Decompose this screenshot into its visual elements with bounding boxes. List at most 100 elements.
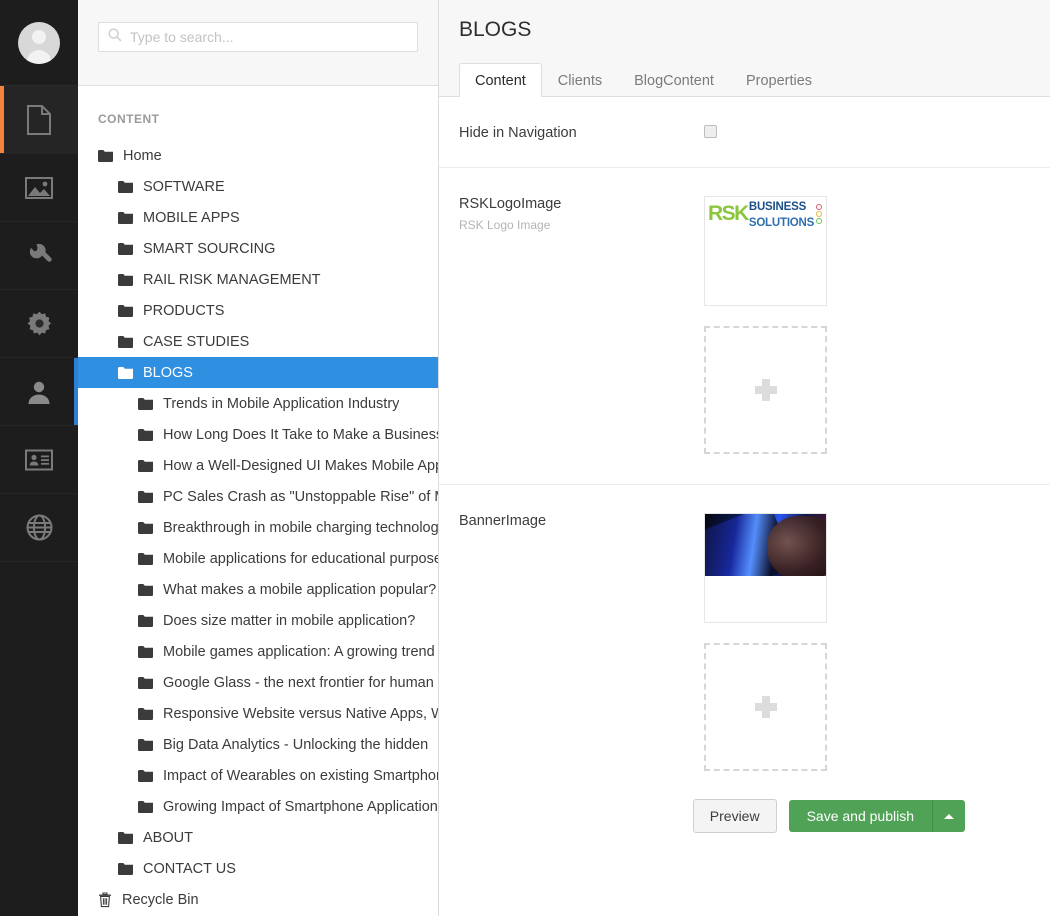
search-bar	[78, 0, 438, 86]
add-media-button-bannerimage[interactable]	[704, 643, 827, 771]
avatar[interactable]	[18, 22, 60, 64]
page-title: BLOGS	[439, 0, 1050, 42]
tree-node[interactable]: Big Data Analytics - Unlocking the hidde…	[78, 729, 438, 760]
app-navigation-rail	[0, 0, 78, 916]
trash-icon	[98, 892, 112, 908]
active-marker	[0, 222, 4, 289]
tab-properties[interactable]: Properties	[730, 63, 828, 97]
tree-node[interactable]: Google Glass - the next frontier for hum…	[78, 667, 438, 698]
folder-icon	[118, 212, 133, 224]
tab-blogcontent[interactable]: BlogContent	[618, 63, 730, 97]
tree-node[interactable]: PC Sales Crash as "Unstoppable Rise" of …	[78, 481, 438, 512]
settings-wrench-icon	[26, 242, 53, 269]
rail-item-members[interactable]	[0, 426, 78, 494]
tree-node[interactable]: SMART SOURCING	[78, 233, 438, 264]
tree-node-label: Responsive Website versus Native Apps, W…	[163, 706, 438, 722]
rail-item-developer[interactable]	[0, 290, 78, 358]
folder-icon	[138, 398, 153, 410]
publish-button-group: Save and publish	[789, 800, 965, 832]
tree-node[interactable]: Breakthrough in mobile charging technolo…	[78, 512, 438, 543]
tree-node-label: Mobile games application: A growing tren…	[163, 644, 435, 660]
tree-section-header: CONTENT	[78, 86, 438, 140]
active-marker	[0, 494, 4, 561]
folder-icon	[118, 243, 133, 255]
tree-node-label: Google Glass - the next frontier for hum…	[163, 675, 434, 691]
tree-node-label: What makes a mobile application popular?	[163, 582, 436, 598]
tree-node-label: Trends in Mobile Application Industry	[163, 396, 399, 412]
rail-item-content[interactable]	[0, 86, 78, 154]
tree-node[interactable]: How a Well-Designed UI Makes Mobile Apps…	[78, 450, 438, 481]
property-control	[704, 125, 1030, 141]
tree-node[interactable]: Trends in Mobile Application Industry	[78, 388, 438, 419]
editor-footer-actions: Preview Save and publish	[439, 771, 1050, 833]
add-media-button-rsklogoimage[interactable]	[704, 326, 827, 454]
rail-item-settings[interactable]	[0, 222, 78, 290]
tab-clients[interactable]: Clients	[542, 63, 618, 97]
rail-item-translation[interactable]	[0, 494, 78, 562]
tree-node[interactable]: Mobile games application: A growing tren…	[78, 636, 438, 667]
hide-in-navigation-checkbox[interactable]	[704, 125, 717, 138]
avatar-cell[interactable]	[0, 0, 78, 86]
rail-item-users[interactable]	[0, 358, 78, 426]
rsk-logo-line1: BUSINESS	[749, 201, 806, 213]
tree-node[interactable]: CASE STUDIES	[78, 326, 438, 357]
tree-node[interactable]: SOFTWARE	[78, 171, 438, 202]
search-box[interactable]	[98, 22, 418, 52]
rail-item-media[interactable]	[0, 154, 78, 222]
media-tile-rsk-logo[interactable]: RSK BUSINESS SOLUTIONS	[704, 196, 827, 306]
tree-node[interactable]: ABOUT	[78, 822, 438, 853]
property-list: Hide in Navigation RSKLogoImage RSK Logo…	[439, 97, 1050, 833]
tree-node-label: How a Well-Designed UI Makes Mobile Apps…	[163, 458, 438, 474]
tree-node[interactable]: Growing Impact of Smartphone Application…	[78, 791, 438, 822]
folder-icon	[118, 367, 133, 379]
banner-image	[705, 514, 827, 576]
translation-globe-icon	[26, 514, 53, 541]
content-tree: HomeSOFTWAREMOBILE APPS SMART SOURCING RAI…	[78, 140, 438, 916]
users-person-icon	[26, 379, 52, 405]
tree-node[interactable]: Responsive Website versus Native Apps, W…	[78, 698, 438, 729]
tree-node-label: CONTACT US	[143, 861, 236, 877]
property-row-hide-in-navigation: Hide in Navigation	[439, 97, 1050, 168]
preview-button[interactable]: Preview	[693, 799, 777, 833]
tree-node-label: PRODUCTS	[143, 303, 224, 319]
folder-icon	[138, 491, 153, 503]
spacer	[704, 623, 1030, 643]
folder-icon	[138, 770, 153, 782]
folder-icon	[138, 801, 153, 813]
rsk-logo-image: RSK BUSINESS SOLUTIONS	[705, 197, 826, 227]
tree-node-label: SMART SOURCING	[143, 241, 275, 257]
tree-node[interactable]: What makes a mobile application popular?	[78, 574, 438, 605]
tree-node[interactable]: Impact of Wearables on existing Smartpho…	[78, 760, 438, 791]
tree-node[interactable]: How Long Does It Take to Make a Business…	[78, 419, 438, 450]
publish-dropdown-toggle[interactable]	[932, 800, 965, 832]
tree-node[interactable]: Does size matter in mobile application?	[78, 605, 438, 636]
tree-node-label: Recycle Bin	[122, 892, 199, 908]
property-control: RSK BUSINESS SOLUTIONS	[704, 196, 1030, 454]
tree-node[interactable]: MOBILE APPS	[78, 202, 438, 233]
spacer	[704, 306, 1030, 326]
tree-node-label: Impact of Wearables on existing Smartpho…	[163, 768, 438, 784]
active-marker	[0, 154, 4, 221]
search-icon	[108, 28, 122, 47]
tree-node-label: How Long Does It Take to Make a Business…	[163, 427, 438, 443]
tree-node[interactable]: BLOGS	[78, 357, 438, 388]
tree-node-recycle-bin[interactable]: Recycle Bin	[78, 884, 438, 915]
property-row-bannerimage: BannerImage	[439, 485, 1050, 771]
tree-node[interactable]: Home	[78, 140, 438, 171]
developer-gear-icon	[26, 310, 53, 337]
save-and-publish-button[interactable]: Save and publish	[789, 800, 932, 832]
tree-node-label: ABOUT	[143, 830, 193, 846]
tree-node[interactable]: CONTACT US	[78, 853, 438, 884]
folder-icon	[138, 677, 153, 689]
folder-icon	[138, 615, 153, 627]
tree-node[interactable]: PRODUCTS	[78, 295, 438, 326]
search-input[interactable]	[130, 29, 417, 45]
rsk-logo-dots	[816, 204, 822, 224]
tree-node-label: BLOGS	[143, 365, 193, 381]
editor-header: BLOGS ContentClientsBlogContentPropertie…	[439, 0, 1050, 97]
tree-node[interactable]: RAIL RISK MANAGEMENT	[78, 264, 438, 295]
media-tile-banner[interactable]	[704, 513, 827, 623]
tree-node[interactable]: Mobile applications for educational purp…	[78, 543, 438, 574]
tree-node-label: RAIL RISK MANAGEMENT	[143, 272, 321, 288]
tab-content[interactable]: Content	[459, 63, 542, 97]
